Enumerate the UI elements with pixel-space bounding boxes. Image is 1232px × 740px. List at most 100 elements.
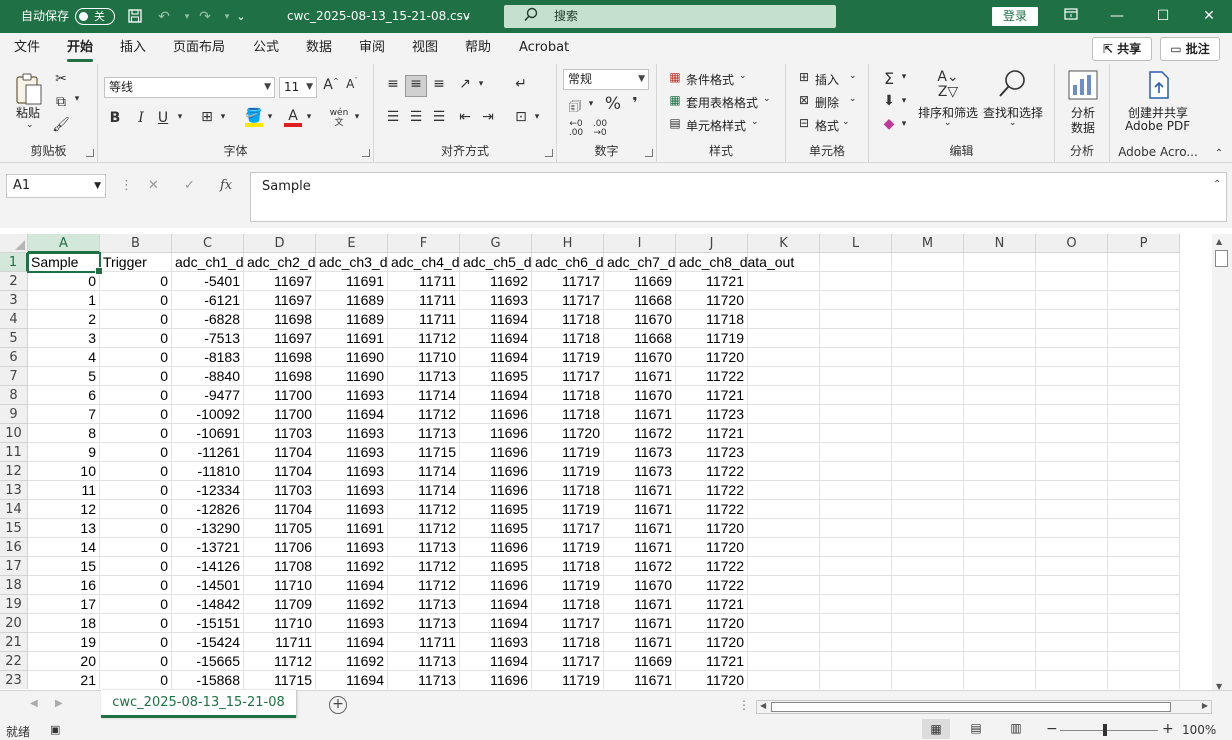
data-cell[interactable]: 11692 [316, 595, 388, 614]
data-cell[interactable]: 11706 [244, 538, 316, 557]
data-cell[interactable]: 11693 [460, 291, 532, 310]
data-cell[interactable]: 11693 [316, 538, 388, 557]
paste-dropdown-icon[interactable]: ⌄ [26, 120, 34, 130]
data-cell[interactable]: 11719 [676, 329, 748, 348]
data-cell[interactable] [1036, 310, 1108, 329]
comments-button[interactable]: ▭ 批注 [1160, 37, 1220, 61]
data-cell[interactable] [892, 386, 964, 405]
data-cell[interactable]: 14 [28, 538, 100, 557]
data-cell[interactable]: 11671 [604, 614, 676, 633]
enter-icon[interactable]: ✓ [184, 178, 195, 193]
column-header-c[interactable]: C [172, 234, 244, 253]
align-right-icon[interactable]: ☰ [430, 109, 448, 125]
next-sheet-icon[interactable]: ▶ [55, 698, 63, 709]
data-cell[interactable]: 11713 [388, 538, 460, 557]
data-cell[interactable] [892, 462, 964, 481]
data-cell[interactable]: 11696 [460, 462, 532, 481]
data-cell[interactable]: 0 [100, 405, 172, 424]
data-cell[interactable]: 11670 [604, 348, 676, 367]
data-cell[interactable]: 11698 [244, 348, 316, 367]
data-cell[interactable]: 11721 [676, 272, 748, 291]
data-cell[interactable]: 11690 [316, 367, 388, 386]
maximize-icon[interactable]: ☐ [1140, 0, 1186, 33]
data-cell[interactable] [748, 652, 820, 671]
header-cell[interactable]: adc_ch4_d [388, 253, 460, 272]
column-header-n[interactable]: N [964, 234, 1036, 253]
data-cell[interactable] [892, 424, 964, 443]
row-header[interactable]: 3 [0, 291, 28, 310]
data-cell[interactable] [892, 348, 964, 367]
data-cell[interactable]: 11693 [316, 500, 388, 519]
row-header[interactable]: 13 [0, 481, 28, 500]
more-options-icon[interactable]: ⋮ [120, 178, 133, 193]
data-cell[interactable]: 11718 [532, 329, 604, 348]
data-cell[interactable]: 11698 [244, 367, 316, 386]
format-painter-icon[interactable]: 🖌 [52, 117, 70, 133]
data-cell[interactable]: 11696 [460, 576, 532, 595]
data-cell[interactable] [1108, 272, 1180, 291]
data-cell[interactable]: 11704 [244, 462, 316, 481]
data-cell[interactable] [1036, 538, 1108, 557]
data-cell[interactable]: -8840 [172, 367, 244, 386]
align-center-icon[interactable]: ☰ [407, 109, 425, 125]
data-cell[interactable]: 11670 [604, 310, 676, 329]
data-cell[interactable]: 11718 [532, 310, 604, 329]
data-cell[interactable]: 11 [28, 481, 100, 500]
data-cell[interactable]: 11698 [244, 310, 316, 329]
column-header-b[interactable]: B [100, 234, 172, 253]
data-cell[interactable]: 11696 [460, 538, 532, 557]
minimize-icon[interactable]: — [1094, 0, 1140, 33]
collapse-ribbon-icon[interactable]: ⌃ [1212, 148, 1226, 159]
data-cell[interactable]: 11722 [676, 462, 748, 481]
fill-color-icon[interactable]: 🪣 [245, 108, 263, 127]
data-cell[interactable]: 3 [28, 329, 100, 348]
data-cell[interactable]: 11723 [676, 443, 748, 462]
data-cell[interactable]: 13 [28, 519, 100, 538]
expand-formula-icon[interactable]: ⌃ [1213, 179, 1221, 190]
data-cell[interactable]: 11710 [244, 614, 316, 633]
column-header-f[interactable]: F [388, 234, 460, 253]
autosave-toggle[interactable]: 关 [75, 8, 115, 25]
data-cell[interactable] [748, 310, 820, 329]
data-cell[interactable]: 11718 [532, 633, 604, 652]
row-header[interactable]: 11 [0, 443, 28, 462]
macro-recorder-icon[interactable]: ▣ [50, 723, 60, 736]
header-cell[interactable]: adc_ch2_d [244, 253, 316, 272]
clipboard-launcher-icon[interactable] [86, 149, 94, 157]
column-header-i[interactable]: I [604, 234, 676, 253]
data-cell[interactable]: 11671 [604, 595, 676, 614]
data-cell[interactable]: 11714 [388, 462, 460, 481]
conditional-format-dropdown-icon[interactable]: ⌄ [739, 71, 747, 81]
row-header[interactable]: 17 [0, 557, 28, 576]
data-cell[interactable]: -10691 [172, 424, 244, 443]
data-cell[interactable] [892, 481, 964, 500]
data-cell[interactable]: 11668 [604, 329, 676, 348]
data-cell[interactable]: 11690 [316, 348, 388, 367]
data-cell[interactable] [820, 519, 892, 538]
undo-icon[interactable]: ↶ [155, 8, 173, 26]
row-header[interactable]: 7 [0, 367, 28, 386]
data-cell[interactable] [1108, 557, 1180, 576]
data-cell[interactable]: -15868 [172, 671, 244, 689]
data-cell[interactable] [964, 405, 1036, 424]
data-cell[interactable] [964, 671, 1036, 689]
data-cell[interactable]: 11693 [316, 462, 388, 481]
analyze-data-line2[interactable]: 数据 [1071, 119, 1095, 136]
tab-view[interactable]: 视图 [412, 33, 438, 64]
increase-decimal-icon[interactable]: ←0.00 [565, 120, 587, 138]
data-cell[interactable] [1036, 272, 1108, 291]
data-cell[interactable]: 0 [28, 272, 100, 291]
data-cell[interactable] [748, 386, 820, 405]
data-cell[interactable] [1036, 614, 1108, 633]
decrease-decimal-icon[interactable]: .00 →0 [589, 120, 611, 138]
page-layout-view-icon[interactable]: ▤ [966, 721, 986, 735]
scroll-up-icon[interactable]: ▲ [1216, 237, 1222, 246]
data-cell[interactable]: 11704 [244, 443, 316, 462]
create-pdf-icon[interactable] [1146, 70, 1172, 100]
column-header-h[interactable]: H [532, 234, 604, 253]
data-cell[interactable]: 0 [100, 348, 172, 367]
data-cell[interactable]: 7 [28, 405, 100, 424]
data-cell[interactable]: 11718 [532, 595, 604, 614]
data-cell[interactable]: 0 [100, 538, 172, 557]
data-cell[interactable]: 1 [28, 291, 100, 310]
